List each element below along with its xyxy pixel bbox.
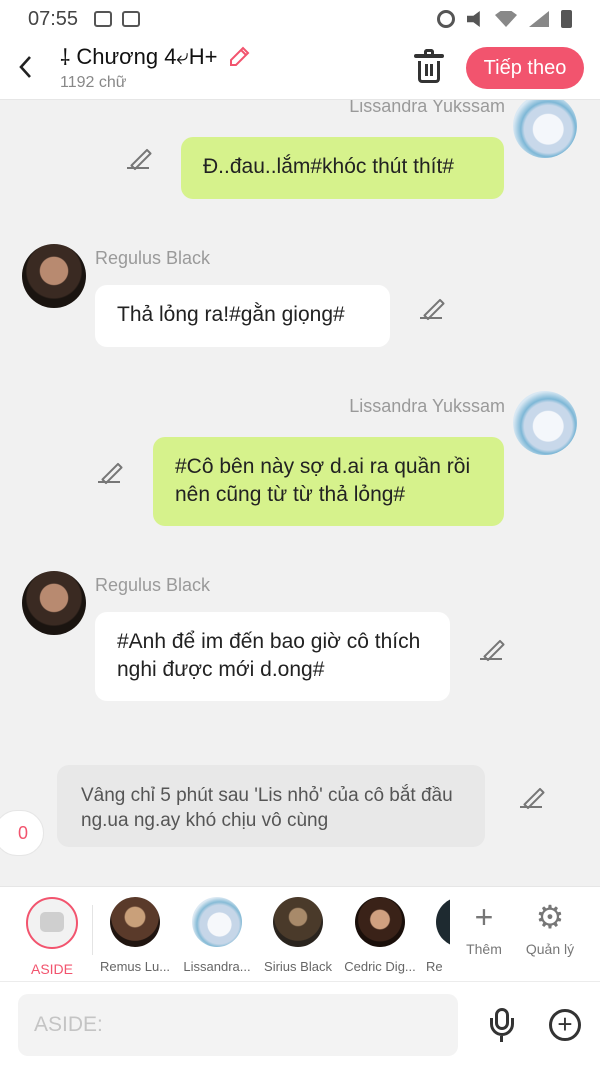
- avatar: [436, 897, 450, 947]
- speaker-name: Regulus Black: [95, 575, 211, 595]
- mute-icon: [467, 11, 480, 27]
- character-sirius[interactable]: Sirius Black: [253, 897, 343, 974]
- character-label: Sirius Black: [264, 959, 332, 974]
- signal-icon: [529, 11, 549, 27]
- wifi-icon: [495, 11, 517, 27]
- message-bubble[interactable]: #Anh để im đến bao giờ cô thích nghi đượ…: [95, 612, 450, 701]
- character-label: Remus Lu...: [99, 959, 171, 974]
- character-label: Lissandra...: [183, 959, 251, 974]
- status-icons: [437, 10, 572, 28]
- avatar: [273, 897, 323, 947]
- next-button[interactable]: Tiếp theo: [466, 47, 584, 89]
- message-bubble[interactable]: Đ..đau..lắm#khóc thút thít#: [181, 137, 504, 199]
- avatar: [355, 897, 405, 947]
- add-attachment-button[interactable]: +: [549, 1009, 581, 1041]
- comment-count-badge[interactable]: 0: [0, 810, 44, 856]
- character-cedric[interactable]: Cedric Dig...: [335, 897, 425, 974]
- character-selector: ASIDE Remus Lu... Lissandra... Sirius Bl…: [0, 886, 600, 981]
- character-label: Cedric Dig...: [344, 959, 416, 974]
- character-remus[interactable]: Remus Lu...: [90, 897, 180, 974]
- battery-icon: [561, 10, 572, 28]
- chapter-title[interactable]: ⸸ Chương 4⤶H+: [60, 42, 251, 72]
- edit-title-icon[interactable]: [227, 45, 251, 69]
- alarm-icon: [437, 10, 455, 28]
- status-time: 07:55: [28, 7, 79, 30]
- app-notification-icon: [122, 11, 141, 27]
- edit-message-icon[interactable]: [419, 296, 443, 320]
- microphone-button[interactable]: [488, 1008, 516, 1044]
- chevron-left-icon: [19, 56, 31, 78]
- plus-icon: +: [474, 899, 494, 935]
- character-lissandra[interactable]: Lissandra...: [172, 897, 262, 974]
- add-label: Thêm: [466, 941, 502, 957]
- message-bubble[interactable]: #Cô bên này sợ d.ai ra quần rồi nên cũng…: [153, 437, 504, 526]
- avatar-lissandra[interactable]: [513, 100, 577, 158]
- avatar-regulus[interactable]: [22, 244, 86, 308]
- edit-message-icon[interactable]: [126, 146, 150, 170]
- plus-circle-icon: +: [557, 1009, 573, 1039]
- chapter-title-text: Chương 4⤶H+: [76, 44, 218, 69]
- composer-bar: +: [0, 981, 600, 1067]
- word-count: 1192 chữ: [60, 74, 127, 91]
- character-label: Re: [426, 959, 443, 974]
- edit-message-icon[interactable]: [519, 785, 543, 809]
- avatar: [110, 897, 160, 947]
- editor-header: ⸸ Chương 4⤶H+ 1192 chữ Tiếp theo: [0, 38, 600, 100]
- chat-area[interactable]: Lissandra Yukssam Đ..đau..lắm#khóc thút …: [0, 100, 600, 886]
- gear-icon: ⚙: [535, 899, 565, 935]
- character-partial[interactable]: Re: [418, 897, 450, 974]
- message-bubble[interactable]: Thả lỏng ra!#gằn giọng#: [95, 285, 390, 347]
- speaker-name: Regulus Black: [95, 248, 211, 268]
- aside-chat-icon: [26, 897, 78, 949]
- character-label: ASIDE: [30, 961, 73, 977]
- aside-bubble[interactable]: Vâng chỉ 5 phút sau 'Lis nhỏ' của cô bắt…: [57, 765, 485, 847]
- manage-label: Quản lý: [525, 941, 575, 957]
- manage-button[interactable]: ⚙ Quản lý: [515, 899, 585, 957]
- speaker-name: Lissandra Yukssam: [349, 396, 505, 416]
- status-bar: 07:55: [0, 0, 600, 38]
- character-aside[interactable]: ASIDE: [7, 897, 97, 977]
- image-notification-icon: [94, 11, 113, 27]
- message-input[interactable]: [18, 994, 458, 1056]
- avatar-lissandra[interactable]: [513, 391, 577, 455]
- back-button[interactable]: [14, 50, 36, 84]
- edit-message-icon[interactable]: [479, 637, 503, 661]
- edit-message-icon[interactable]: [97, 460, 121, 484]
- delete-button[interactable]: [414, 49, 444, 84]
- avatar-regulus[interactable]: [22, 571, 86, 635]
- avatar: [192, 897, 242, 947]
- add-character-button[interactable]: + Thêm: [449, 899, 519, 957]
- speaker-name: Lissandra Yukssam: [349, 100, 505, 116]
- title-cross-glyph: ⸸: [60, 45, 71, 70]
